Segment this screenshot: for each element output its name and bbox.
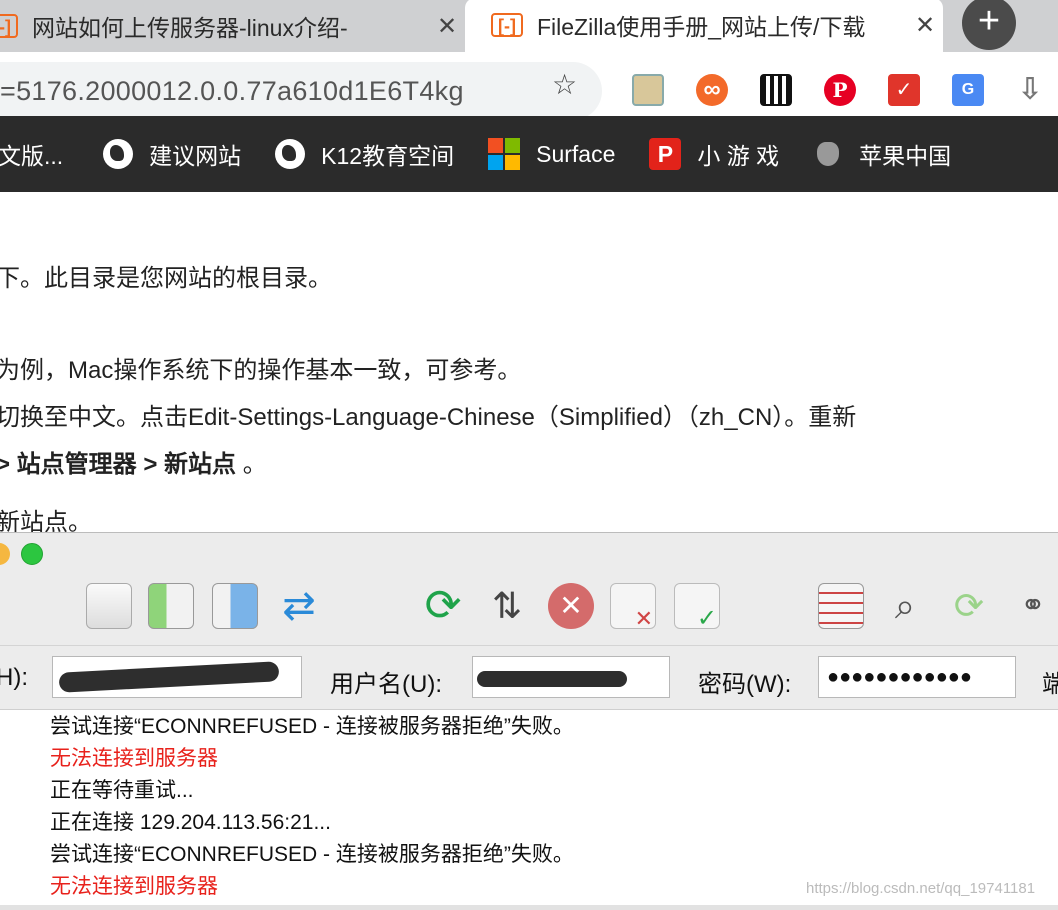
username-field[interactable] [472, 656, 670, 698]
url-text[interactable]: =5176.2000012.0.0.77a610d1E6T4kg [0, 76, 464, 107]
microsoft-icon [488, 138, 521, 170]
bookmarks-bar: 文版... 建议网站 K12教育空间 Surface P 小 游 戏 苹果中国 [0, 116, 1058, 192]
bookmark-label: 小 游 戏 [697, 143, 780, 169]
reconnect-icon[interactable]: ✓ [674, 583, 720, 632]
infinity-extension-icon[interactable]: ∞ [696, 74, 728, 106]
bookmark-label: 文版... [0, 143, 64, 169]
binoculars-icon[interactable]: ⚭ [1010, 583, 1056, 629]
log-line-error: 无法连接到服务器 [50, 875, 218, 898]
article-line: 为例，Mac操作系统下的操作基本一致，可参考。 [0, 357, 522, 384]
sync-browse-icon[interactable]: ⟳ [946, 583, 992, 629]
window-bottom-edge [0, 905, 1058, 910]
log-line: 尝试连接“ECONNREFUSED - 连接被服务器拒绝”失败。 [50, 715, 574, 738]
tab-title: 网站如何上传服务器-linux介绍- [32, 15, 348, 41]
tab-filezilla-manual[interactable]: [-] FileZilla使用手册_网站上传/下载 ✕ [465, 0, 943, 52]
address-bar[interactable]: =5176.2000012.0.0.77a610d1E6T4kg [0, 62, 602, 120]
bookmark-label: 苹果中国 [859, 143, 952, 169]
pinterest-icon[interactable]: P [824, 74, 856, 106]
bookmark-k12[interactable]: K12教育空间 [275, 137, 454, 171]
bookmark-label: K12教育空间 [321, 143, 455, 169]
bookmark-label: Surface [536, 140, 616, 167]
log-line: 正在连接 129.204.113.56:21... [50, 811, 331, 834]
screen: [-] 网站如何上传服务器-linux介绍- ✕ [-] FileZilla使用… [0, 0, 1058, 910]
p-icon: P [649, 138, 682, 170]
refresh-icon[interactable]: ⟳ [420, 583, 466, 629]
globe-icon [275, 139, 306, 169]
message-log: 尝试连接“ECONNREFUSED - 连接被服务器拒绝”失败。 无法连接到服务… [0, 709, 1058, 905]
aliyun-icon: [-] [491, 13, 523, 37]
filezilla-window: ⇄ ⟳ ⇅ ✕ ✕ ✓ ⌕ ⟳ ⚭ H): 用户名(U): 密码(W): ●●●… [0, 532, 1058, 910]
transfer-queue-icon[interactable]: ⇄ [276, 583, 322, 629]
host-field[interactable] [52, 656, 302, 698]
redaction-scribble [477, 671, 627, 687]
tab-strip: [-] 网站如何上传服务器-linux介绍- ✕ [-] FileZilla使用… [0, 0, 1058, 52]
bookmark-label: 建议网站 [149, 143, 242, 169]
watermark: https://blog.csdn.net/qq_19741181 [806, 880, 1036, 897]
article-line: 下。此目录是您网站的根目录。 [0, 265, 332, 292]
site-manager-icon[interactable] [86, 583, 132, 629]
minimize-button[interactable] [0, 543, 10, 565]
article-line: 切换至中文。点击Edit-Settings-Language-Chinese（S… [0, 404, 857, 431]
toggle-tree-icon[interactable] [212, 583, 258, 629]
bookmark-star-icon[interactable]: ☆ [552, 68, 577, 101]
bookmark-mini-games[interactable]: P 小 游 戏 [649, 137, 779, 171]
article-line: > 站点管理器 > 新站点 。 [0, 444, 267, 479]
log-line-error: 无法连接到服务器 [50, 747, 218, 770]
bookmark-apple-china[interactable]: 苹果中国 [813, 137, 951, 171]
google-translate-icon[interactable]: G [952, 74, 984, 106]
globe-icon [103, 139, 134, 169]
password-field[interactable]: ●●●●●●●●●●●● [818, 656, 1016, 698]
host-label: H): [0, 664, 28, 691]
username-label: 用户名(U): [330, 671, 442, 698]
search-icon[interactable]: ⌕ [882, 583, 928, 629]
image-extension-icon[interactable] [632, 74, 664, 106]
redaction-scribble [58, 661, 280, 693]
bookmark-surface[interactable]: Surface [488, 138, 615, 170]
bookmark-suggested-sites[interactable]: 建议网站 [103, 137, 241, 171]
menu-path: > 站点管理器 > 新站点 [0, 451, 237, 478]
password-label: 密码(W): [698, 671, 792, 698]
filter-settings-icon[interactable]: ⇅ [484, 583, 530, 629]
cancel-icon[interactable]: ✕ [548, 583, 594, 629]
tab-title: FileZilla使用手册_网站上传/下载 [537, 14, 866, 40]
download-icon[interactable]: ⇩ [1014, 74, 1046, 106]
tab-close-icon[interactable]: ✕ [907, 11, 943, 40]
toggle-log-icon[interactable] [148, 583, 194, 629]
disconnect-icon[interactable]: ✕ [610, 583, 656, 631]
qr-code-icon[interactable] [760, 74, 792, 106]
log-line: 正在等待重试... [50, 779, 194, 802]
tab-close-icon[interactable]: ✕ [429, 12, 465, 41]
zoom-button[interactable] [21, 543, 43, 565]
tab-linux-intro[interactable]: [-] 网站如何上传服务器-linux介绍- ✕ [0, 0, 465, 52]
port-label: 端 [1042, 671, 1058, 698]
article-content: 下。此目录是您网站的根目录。 为例，Mac操作系统下的操作基本一致，可参考。 切… [0, 192, 1058, 536]
bookmark-item[interactable]: 文版... [0, 137, 63, 171]
apple-icon [817, 142, 840, 166]
quickconnect-bar: H): 用户名(U): 密码(W): ●●●●●●●●●●●● 端 [0, 645, 1058, 709]
directory-listing-icon[interactable] [818, 583, 864, 629]
pin-extension-icon[interactable]: ✓ [888, 74, 920, 106]
log-line: 尝试连接“ECONNREFUSED - 连接被服务器拒绝”失败。 [50, 843, 574, 866]
sentence-end: 。 [236, 451, 267, 478]
aliyun-icon: [-] [0, 14, 18, 38]
